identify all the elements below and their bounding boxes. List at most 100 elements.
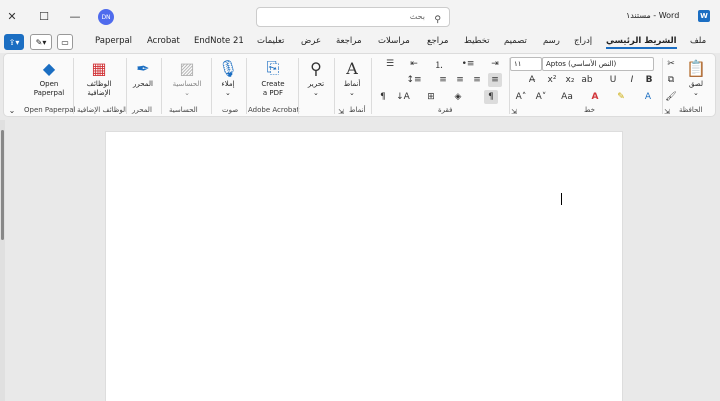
tab-acrobat[interactable]: Acrobat [147, 36, 180, 46]
paste-button[interactable]: 📋 لصق ⌄ [684, 57, 708, 98]
create-pdf-button[interactable]: ⎘ Create a PDF [256, 57, 290, 98]
minimize-icon[interactable]: — [64, 6, 86, 26]
document-area [0, 119, 720, 401]
sort-icon[interactable]: ↓A [396, 90, 410, 104]
rtl-paragraph-icon[interactable]: ¶ [484, 90, 498, 104]
paperpal-label-1: Open [39, 80, 59, 88]
group-label-font: خط [584, 106, 595, 114]
tab-design[interactable]: تصميم [504, 36, 527, 46]
tab-insert[interactable]: إدراج [574, 36, 592, 46]
sensitivity-icon: ▨ [179, 58, 195, 78]
bold-icon[interactable]: B [642, 73, 656, 87]
group-divider [246, 58, 247, 114]
tab-layout[interactable]: تخطيط [464, 36, 489, 46]
sensitivity-button[interactable]: ▨ الحساسية ⌄ [167, 57, 207, 98]
numbering-icon[interactable]: ⒈ [432, 57, 446, 71]
group-label-editor: المحرر [132, 106, 152, 114]
shrink-font-icon[interactable]: A˅ [534, 90, 548, 104]
find-magnifier-icon: ⚲ [310, 58, 322, 78]
styles-button[interactable]: A أنماط ⌄ [338, 57, 366, 98]
underline-icon[interactable]: U [606, 73, 620, 87]
open-paperpal-button[interactable]: ◆ Open Paperpal [31, 57, 67, 98]
justify-icon[interactable]: ≡ [436, 73, 450, 87]
addins-label-1: الوظائف [86, 80, 112, 88]
line-spacing-icon[interactable]: ↕≡ [406, 73, 421, 87]
subscript-icon[interactable]: x₂ [563, 73, 577, 87]
styles-launcher-icon[interactable]: ⇲ [334, 105, 348, 119]
addins-button[interactable]: ▦ الوظائف الإضافية [81, 57, 117, 98]
editor-button[interactable]: ✒ المحرر [128, 57, 158, 89]
editing-mode-button[interactable]: ✎▾ [30, 34, 52, 50]
multilevel-list-icon[interactable]: ☰ [383, 57, 397, 71]
tab-home[interactable]: الشريط الرئيسي [606, 36, 677, 49]
addins-label-2: الإضافية [87, 89, 111, 97]
create-pdf-icon: ⎘ [266, 58, 280, 77]
word-logo-icon: W [698, 10, 710, 22]
tab-references[interactable]: مراجع [427, 36, 448, 46]
create-pdf-label-1: Create [261, 80, 285, 88]
maximize-icon[interactable]: ☐ [33, 6, 55, 26]
collapse-ribbon-icon[interactable]: ⌄ [5, 103, 19, 117]
bullets-icon[interactable]: •≡ [461, 57, 475, 71]
font-name-select[interactable]: Aptos (النص الأساسي) [542, 57, 654, 71]
highlight-icon[interactable]: ✎ [614, 90, 628, 104]
editor-label: المحرر [133, 80, 153, 88]
group-label-clipboard: الحافظة [679, 106, 703, 114]
editing-button[interactable]: ⚲ تحرير ⌄ [302, 57, 330, 98]
group-divider [161, 58, 162, 114]
strikethrough-icon[interactable]: ab [580, 73, 594, 87]
copy-icon[interactable]: ⧉ [664, 73, 678, 87]
group-label-addins: الوظائف الإضافية [77, 106, 128, 114]
ribbon: ◆ Open Paperpal Open Paperpal ▦ الوظائف ال… [3, 53, 716, 117]
show-formatting-icon[interactable]: ¶ [376, 90, 390, 104]
superscript-icon[interactable]: x² [545, 73, 559, 87]
font-size-select[interactable]: ١١ [510, 57, 542, 71]
decrease-indent-icon[interactable]: ⇥ [488, 57, 502, 71]
document-title: مستند١ - Word [626, 11, 680, 20]
editing-label: تحرير [307, 80, 325, 88]
align-right-icon[interactable]: ≡ [488, 73, 502, 87]
clear-formatting-icon[interactable]: A̶ [525, 73, 539, 87]
tab-paperpal[interactable]: Paperpal [95, 36, 132, 46]
search-placeholder: بحث [409, 12, 425, 21]
align-center-icon[interactable]: ≡ [453, 73, 467, 87]
italic-icon[interactable]: I [625, 73, 639, 87]
font-color-icon[interactable]: A [588, 90, 602, 104]
tab-review[interactable]: مراجعة [336, 36, 362, 46]
tab-help[interactable]: تعليمات [257, 36, 284, 46]
tab-view[interactable]: عرض [301, 36, 321, 46]
search-input[interactable]: ⚲ بحث [256, 7, 450, 27]
group-label-styles: أنماط [349, 106, 366, 114]
cut-icon[interactable]: ✂ [664, 57, 678, 71]
addins-icon: ▦ [91, 58, 107, 78]
text-cursor [561, 193, 562, 205]
tab-file[interactable]: ملف [690, 36, 706, 46]
shading-icon[interactable]: ◈ [451, 90, 465, 104]
align-left-icon[interactable]: ≡ [470, 73, 484, 87]
group-label-paragraph: فقرة [438, 106, 453, 114]
clipboard-icon: 📋 [686, 58, 706, 78]
tab-mailings[interactable]: مراسلات [378, 36, 410, 46]
paste-label: لصق [688, 80, 704, 88]
close-icon[interactable]: ✕ [1, 6, 23, 26]
scrollbar-thumb[interactable] [1, 130, 4, 240]
tab-endnote[interactable]: EndNote 21 [194, 36, 244, 46]
group-divider [73, 58, 74, 114]
text-effects-icon[interactable]: A [641, 90, 655, 104]
share-button[interactable]: ⇪▾ [4, 34, 24, 50]
format-painter-icon[interactable]: 🖌 [664, 90, 678, 104]
grow-font-icon[interactable]: A˄ [514, 90, 528, 104]
change-case-icon[interactable]: Aa [560, 90, 574, 104]
dictate-button[interactable]: 🎙 إملاء ⌄ [216, 57, 240, 98]
group-divider [211, 58, 212, 114]
search-icon: ⚲ [434, 15, 441, 25]
group-label-paperpal: Open Paperpal [24, 106, 76, 114]
tab-draw[interactable]: رسم [543, 36, 560, 46]
comments-button[interactable]: ▭ [57, 34, 73, 50]
borders-icon[interactable]: ⊞ [424, 90, 438, 104]
avatar[interactable]: DN [98, 9, 114, 25]
editor-pen-icon: ✒ [136, 58, 150, 78]
document-page[interactable] [105, 131, 623, 401]
rtl-direction-icon[interactable]: ⇤ [407, 57, 421, 71]
vertical-scrollbar[interactable] [0, 120, 5, 401]
